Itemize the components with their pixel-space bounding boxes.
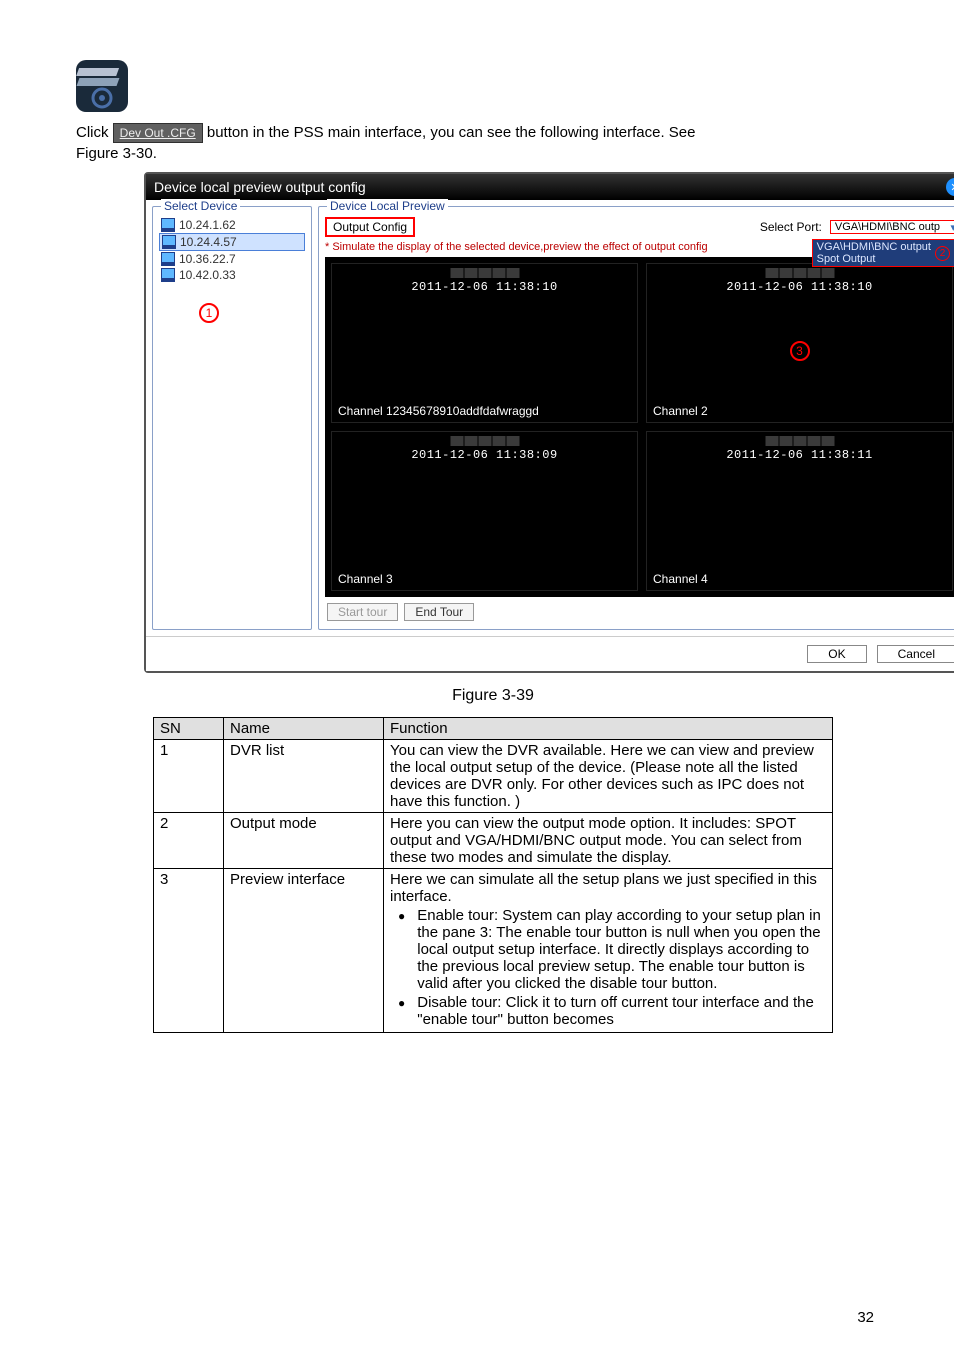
table-row: 1 DVR list You can view the DVR availabl…	[154, 740, 833, 813]
dev-out-cfg-button-image: Dev Out .CFG	[113, 123, 203, 144]
device-ip: 10.24.1.62	[179, 218, 236, 232]
dialog-title-text: Device local preview output config	[154, 179, 366, 195]
figure-caption: Figure 3-39	[72, 687, 914, 705]
preview-channel-label: Channel 12345678910addfdafwraggd	[338, 404, 539, 418]
device-ip: 10.24.4.57	[180, 235, 237, 249]
cell-sn: 2	[154, 813, 224, 869]
select-device-group: Select Device 10.24.1.62 10.24.4.57 10.3…	[152, 206, 312, 630]
preview-cell-3[interactable]: 2011-12-06 11:38:09 Channel 3	[331, 431, 638, 591]
device-item[interactable]: 10.42.0.33	[159, 267, 305, 283]
table-row: 2 Output mode Here you can view the outp…	[154, 813, 833, 869]
table-header-sn: SN	[154, 718, 224, 740]
start-tour-button[interactable]: Start tour	[327, 603, 398, 621]
device-ip: 10.42.0.33	[179, 268, 236, 282]
preview-channel-label: Channel 4	[653, 572, 708, 586]
cell-name: Output mode	[224, 813, 384, 869]
ok-button[interactable]: OK	[807, 645, 866, 663]
device-icon	[161, 252, 175, 266]
port-option-1[interactable]: VGA\HDMI\BNC output	[817, 241, 931, 253]
grid-indicator-icon	[450, 436, 519, 446]
preview-channel-label: Channel 3	[338, 572, 393, 586]
cell-func: Here you can view the output mode option…	[384, 813, 833, 869]
grid-indicator-icon	[450, 268, 519, 278]
annotation-3: 3	[790, 341, 810, 361]
grid-indicator-icon	[765, 268, 834, 278]
preview-cell-2[interactable]: 2011-12-06 11:38:10 3 Channel 2	[646, 263, 953, 423]
cancel-button[interactable]: Cancel	[877, 645, 954, 663]
device-icon	[161, 218, 175, 232]
preview-cell-4[interactable]: 2011-12-06 11:38:11 Channel 4	[646, 431, 953, 591]
table-header-name: Name	[224, 718, 384, 740]
port-popup[interactable]: VGA\HDMI\BNC output Spot Output 2	[812, 239, 954, 267]
preview-timestamp: 2011-12-06 11:38:10	[647, 280, 952, 294]
annotation-1: 1	[199, 303, 219, 323]
select-port-label: Select Port:	[760, 220, 822, 234]
cell-func: You can view the DVR available. Here we …	[384, 740, 833, 813]
dvr-list[interactable]: 10.24.1.62 10.24.4.57 10.36.22.7 10.42.0…	[159, 217, 305, 283]
bullet-enable-tour: Enable tour: System can play according t…	[417, 907, 826, 992]
select-port-dropdown[interactable]: VGA\HDMI\BNC outp	[830, 220, 954, 234]
page-number: 32	[857, 1309, 874, 1326]
device-item[interactable]: 10.36.22.7	[159, 251, 305, 267]
preview-timestamp: 2011-12-06 11:38:10	[332, 280, 637, 294]
cell-name: DVR list	[224, 740, 384, 813]
device-icon	[162, 235, 176, 249]
table-header-function: Function	[384, 718, 833, 740]
dialog-titlebar: Device local preview output config ✕	[146, 174, 954, 200]
table-row: 3 Preview interface Here we can simulate…	[154, 869, 833, 1033]
grid-indicator-icon	[765, 436, 834, 446]
app-logo-icon	[76, 60, 914, 116]
annotation-2: 2	[935, 246, 950, 261]
preview-timestamp: 2011-12-06 11:38:11	[647, 448, 952, 462]
cell-sn: 1	[154, 740, 224, 813]
close-icon[interactable]: ✕	[946, 178, 954, 196]
device-ip: 10.36.22.7	[179, 252, 236, 266]
preview-cell-1[interactable]: 2011-12-06 11:38:10 Channel 12345678910a…	[331, 263, 638, 423]
cell-func: Here we can simulate all the setup plans…	[384, 869, 833, 1033]
func-intro: Here we can simulate all the setup plans…	[390, 871, 826, 905]
end-tour-button[interactable]: End Tour	[404, 603, 474, 621]
device-local-preview-dialog: Device local preview output config ✕ Sel…	[144, 172, 954, 673]
description-table: SN Name Function 1 DVR list You can view…	[153, 717, 833, 1033]
device-icon	[161, 268, 175, 282]
device-item[interactable]: 10.24.4.57	[159, 233, 305, 251]
bullet-disable-tour: Disable tour: Click it to turn off curre…	[417, 994, 826, 1028]
device-local-preview-group: Device Local Preview Output Config Selec…	[318, 206, 954, 630]
select-device-legend: Select Device	[161, 199, 240, 213]
text-after-btn: button in the PSS main interface, you ca…	[207, 124, 696, 141]
cell-name: Preview interface	[224, 869, 384, 1033]
cell-sn: 3	[154, 869, 224, 1033]
output-config-button[interactable]: Output Config	[325, 217, 415, 237]
intro-line-1: Click Dev Out .CFG button in the PSS mai…	[76, 122, 914, 143]
preview-timestamp: 2011-12-06 11:38:09	[332, 448, 637, 462]
text-click: Click	[76, 124, 113, 141]
port-option-2[interactable]: Spot Output	[817, 253, 931, 265]
device-item[interactable]: 10.24.1.62	[159, 217, 305, 233]
intro-line-2: Figure 3-30.	[76, 145, 914, 162]
local-preview-legend: Device Local Preview	[327, 199, 448, 213]
preview-grid: 2011-12-06 11:38:10 Channel 12345678910a…	[325, 257, 954, 597]
preview-channel-label: Channel 2	[653, 404, 708, 418]
